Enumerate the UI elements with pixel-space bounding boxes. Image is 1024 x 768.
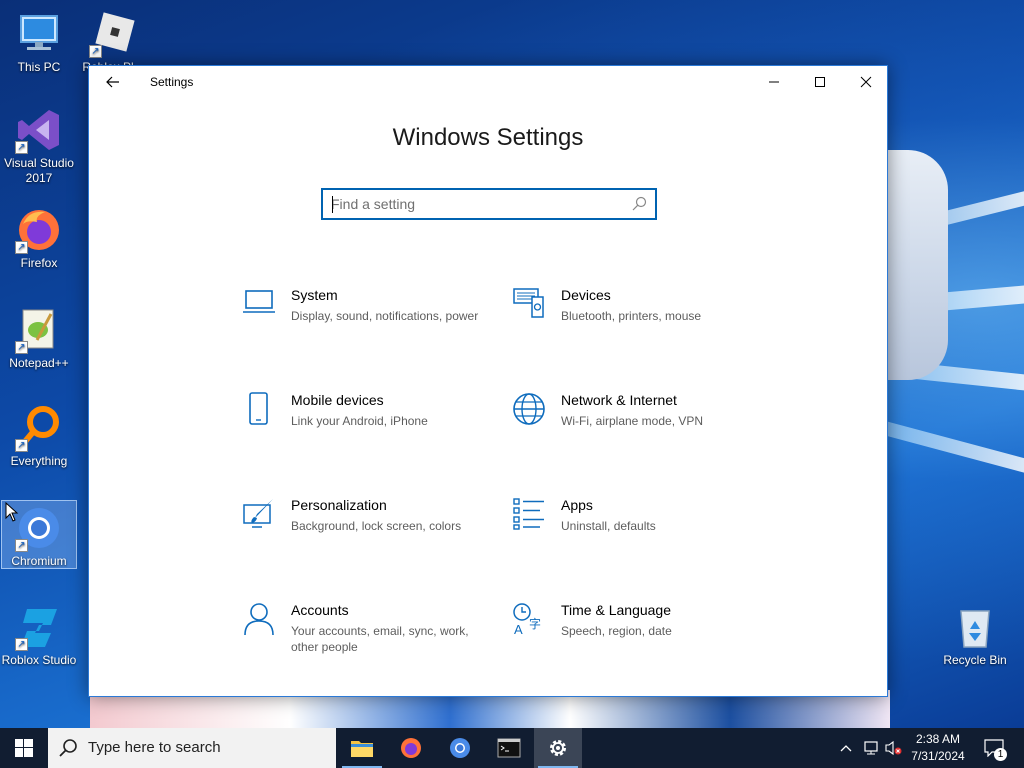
start-button[interactable] [0, 728, 48, 768]
time-language-icon: A 字 [513, 603, 541, 636]
taskbar-firefox[interactable] [387, 728, 435, 768]
settings-item-devices[interactable]: Devices Bluetooth, printers, mouse [512, 287, 762, 357]
show-hidden-icons-button[interactable] [836, 728, 856, 768]
terminal-icon [497, 738, 521, 758]
title-bar[interactable]: Settings [89, 66, 887, 98]
taskbar-search-text: Type here to search [88, 739, 221, 756]
roblox-studio-icon: ↗ [15, 603, 63, 651]
taskbar-terminal[interactable] [485, 728, 533, 768]
clock-time: 2:38 AM [915, 732, 961, 746]
everything-search-icon: ↗ [15, 404, 63, 452]
gear-icon [550, 740, 566, 756]
settings-item-time-language[interactable]: A 字 Time & Language Speech, region, date [512, 602, 762, 672]
wallpaper-art-right [888, 150, 948, 380]
firefox-icon: ↗ [15, 206, 63, 254]
apps-list-icon [513, 498, 544, 530]
shortcut-arrow-icon: ↗ [89, 45, 102, 58]
search-input[interactable] [331, 194, 621, 214]
action-center-button[interactable]: 1 [978, 728, 1010, 768]
chromium-icon: ↗ [15, 504, 63, 552]
firefox-icon [401, 738, 421, 758]
shortcut-arrow-icon: ↗ [15, 241, 28, 254]
settings-window: Settings Windows Settings System Display… [88, 65, 888, 697]
volume-muted-icon [885, 740, 902, 756]
paint-icon [243, 499, 273, 528]
text-caret [332, 196, 333, 213]
visual-studio-icon: ↗ [15, 106, 63, 154]
close-icon [860, 76, 872, 88]
shortcut-arrow-icon: ↗ [15, 341, 28, 354]
chevron-up-icon [840, 745, 852, 752]
close-button[interactable] [843, 66, 889, 98]
page-title: Windows Settings [392, 124, 584, 151]
notepad-plus-plus-icon: ↗ [15, 306, 63, 354]
volume-button[interactable] [882, 728, 904, 768]
svg-text:字: 字 [529, 616, 541, 631]
desktop-icon-recycle-bin[interactable]: Recycle Bin [936, 597, 1014, 687]
settings-search-box[interactable] [321, 188, 657, 220]
maximize-icon [815, 77, 825, 87]
laptop-icon [243, 290, 275, 313]
settings-item-system[interactable]: System Display, sound, notifications, po… [242, 287, 492, 357]
notification-count-badge: 1 [994, 748, 1007, 761]
taskbar-settings[interactable] [534, 728, 582, 768]
shortcut-arrow-icon: ↗ [15, 141, 28, 154]
roblox-icon: ↗ [89, 10, 137, 58]
settings-item-network-internet[interactable]: Network & Internet Wi-Fi, airplane mode,… [512, 392, 762, 462]
person-icon [244, 603, 274, 636]
globe-icon [513, 393, 545, 425]
search-icon [632, 196, 647, 211]
shortcut-arrow-icon: ↗ [15, 439, 28, 452]
chromium-icon [450, 738, 470, 758]
folder-icon [351, 741, 373, 757]
svg-text:A: A [514, 622, 523, 636]
shortcut-arrow-icon: ↗ [15, 638, 28, 651]
clock-date: 7/31/2024 [911, 749, 965, 763]
search-icon [59, 739, 77, 757]
settings-item-apps[interactable]: Apps Uninstall, defaults [512, 497, 762, 567]
settings-item-personalization[interactable]: Personalization Background, lock screen,… [242, 497, 492, 567]
desktop-icon-firefox[interactable]: ↗ Firefox [0, 200, 78, 290]
devices-icon [513, 288, 544, 318]
desktop-icon-visual-studio[interactable]: ↗ Visual Studio 2017 [0, 100, 78, 190]
maximize-button[interactable] [797, 66, 843, 98]
network-status-button[interactable] [860, 728, 882, 768]
mouse-cursor-icon [5, 502, 19, 522]
minimize-button[interactable] [751, 66, 797, 98]
network-icon [864, 741, 878, 755]
taskbar-chromium[interactable] [436, 728, 484, 768]
back-button[interactable] [95, 66, 131, 98]
desktop-icon-this-pc[interactable]: This PC [0, 4, 78, 94]
taskbar: Type here to search 2:38 AM 7/31/2024 1 [0, 728, 1024, 768]
taskbar-file-explorer[interactable] [338, 728, 386, 768]
shortcut-arrow-icon: ↗ [15, 539, 28, 552]
settings-item-mobile-devices[interactable]: Mobile devices Link your Android, iPhone [242, 392, 492, 462]
back-arrow-icon [106, 76, 119, 88]
desktop-icon-everything[interactable]: ↗ Everything [0, 398, 78, 488]
settings-item-accounts[interactable]: Accounts Your accounts, email, sync, wor… [242, 602, 492, 672]
taskbar-search-box[interactable]: Type here to search [48, 728, 336, 768]
minimize-icon [769, 81, 779, 83]
windows-logo-icon [15, 739, 33, 757]
desktop-icon-notepad-plus-plus[interactable]: ↗ Notepad++ [0, 300, 78, 390]
window-title: Settings [150, 75, 194, 89]
desktop-icon-roblox-studio[interactable]: ↗ Roblox Studio [0, 597, 78, 687]
computer-icon [15, 10, 63, 58]
phone-icon [249, 392, 268, 425]
clock[interactable]: 2:38 AM 7/31/2024 [904, 731, 972, 765]
recycle-bin-icon [951, 603, 999, 651]
